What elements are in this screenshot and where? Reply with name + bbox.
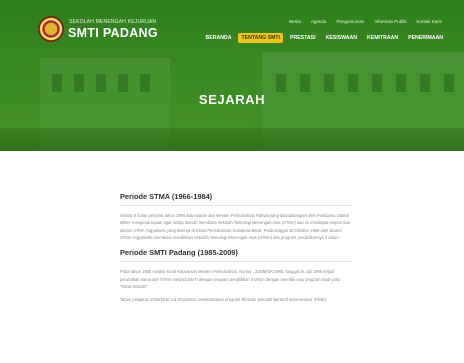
top-link-informasi-publik[interactable]: Informasi Publik [374,19,406,24]
school-subtitle: SEKOLAH MENENGAH KEJURUAN [69,19,157,25]
school-logo[interactable] [38,16,64,42]
main-nav: BERANDA TENTANG SMTI PRESTASI KESISWAAN … [203,33,446,43]
section-divider [120,261,352,263]
school-name[interactable]: SMTI PADANG [68,26,158,40]
nav-item-prestasi[interactable]: PRESTASI [287,33,319,43]
page-title: SEJARAH [198,92,266,107]
section-title: Periode SMTI Padang (1985-2009) [120,248,238,258]
top-link-pengumuman[interactable]: Pengumuman [336,19,364,24]
logo-ring [41,19,61,39]
nav-item-kesiswaan[interactable]: KESISWAAN [323,33,360,43]
nav-item-beranda[interactable]: BERANDA [203,33,235,43]
nav-item-tentang-smti[interactable]: TENTANG SMTI [238,33,284,43]
top-link-agenda[interactable]: Agenda [311,19,327,24]
top-link-kontak-kami[interactable]: Kontak Kami [416,19,442,24]
section-paragraph: Pada tahun 1985 melalui Surat Keputusan … [120,269,341,290]
main-content: Periode STMA (1966-1984) Sekitar 6 bulan… [120,192,352,308]
nav-item-penerimaan[interactable]: PENERIMAAN [405,33,446,43]
nav-item-kemitraan[interactable]: KEMITRAAN [364,33,401,43]
section-paragraph: Tahun pelajaran 2009/2010 s.d 2011/2012 … [120,296,328,302]
section-paragraph: Sekitar 6 bulan pertama tahun 1966 ada e… [120,213,350,241]
section-divider [120,205,352,206]
section-title: Periode STMA (1966-1984) [120,192,213,201]
top-links: Berita Agenda Pengumuman Informasi Publi… [289,19,442,24]
top-link-berita[interactable]: Berita [289,19,301,24]
